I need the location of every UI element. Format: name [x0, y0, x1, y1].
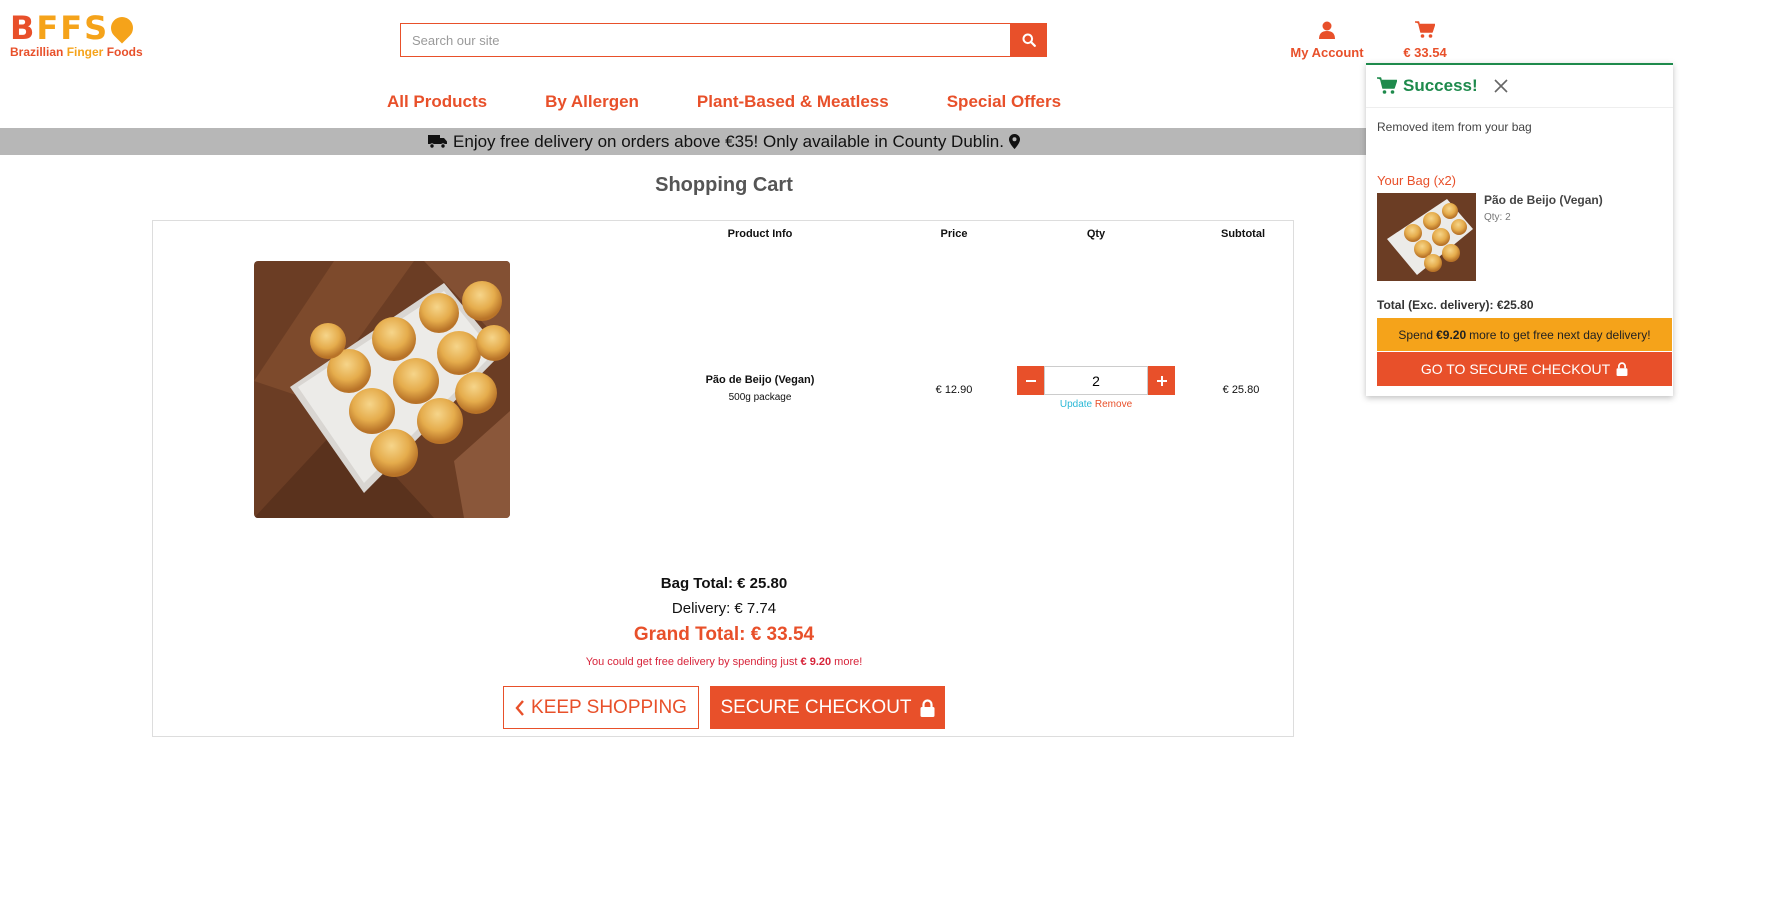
- decrease-qty-button[interactable]: [1017, 366, 1044, 395]
- logo-letters-ffs: FFS: [36, 9, 110, 47]
- col-header-price: Price: [940, 228, 968, 240]
- col-header-qty: Qty: [1086, 228, 1106, 240]
- lock-icon: [1616, 362, 1628, 376]
- cart-total-label: € 33.54: [1403, 45, 1447, 60]
- nav-special-offers[interactable]: Special Offers: [918, 92, 1090, 112]
- free-delivery-message: You could get free delivery by spending …: [585, 656, 863, 668]
- popup-message: Removed item from your bag: [1377, 120, 1532, 134]
- popup-bag-label: Your Bag (x2): [1377, 173, 1457, 188]
- nav-all-products[interactable]: All Products: [358, 92, 516, 112]
- user-icon: [1319, 21, 1335, 39]
- item-subtotal: € 25.80: [1222, 384, 1260, 396]
- lock-icon: [920, 698, 935, 717]
- delivery-cost: Delivery: € 7.74: [671, 600, 777, 617]
- remove-link[interactable]: Remove: [1095, 399, 1132, 410]
- product-name[interactable]: Pão de Beijo (Vegan): [660, 374, 860, 386]
- popup-product-qty: Qty: 2: [1484, 212, 1511, 223]
- truck-icon: [428, 135, 448, 149]
- secure-checkout-button[interactable]: SECURE CHECKOUT: [710, 686, 945, 729]
- grand-total: Grand Total: € 33.54: [633, 624, 815, 645]
- logo-tagline: Brazillian Finger Foods: [10, 45, 143, 59]
- popup-product-name: Pão de Beijo (Vegan): [1484, 193, 1603, 207]
- col-header-product: Product Info: [727, 228, 793, 240]
- item-actions: Update Remove: [1017, 399, 1175, 410]
- popup-free-delivery-notice: Spend €9.20 more to get free next day deli…: [1377, 318, 1672, 351]
- popup-product-image: [1377, 193, 1476, 281]
- product-variant: 500g package: [728, 392, 792, 403]
- bag-total: Bag Total: € 25.80: [660, 575, 788, 592]
- search-button[interactable]: [1010, 23, 1047, 57]
- minus-icon: [1025, 379, 1036, 382]
- delivery-banner: Enjoy free delivery on orders above €35!…: [0, 128, 1448, 155]
- product-price: € 12.90: [935, 384, 973, 396]
- nav-by-allergen[interactable]: By Allergen: [516, 92, 668, 112]
- cart-icon: [1377, 77, 1397, 94]
- col-header-subtotal: Subtotal: [1221, 228, 1265, 240]
- logo-letter-b: B: [10, 9, 37, 47]
- popup-total: Total (Exc. delivery): €25.80: [1377, 298, 1534, 312]
- keep-shopping-button[interactable]: KEEP SHOPPING: [503, 686, 699, 729]
- my-account-link[interactable]: My Account: [1287, 18, 1367, 60]
- popup-checkout-button[interactable]: GO TO SECURE CHECKOUT: [1377, 352, 1672, 386]
- search-input[interactable]: [400, 23, 1010, 57]
- close-icon: [1494, 79, 1508, 93]
- update-link[interactable]: Update: [1060, 399, 1092, 410]
- nav-plant-based[interactable]: Plant-Based & Meatless: [668, 92, 918, 112]
- cart-icon: [1415, 21, 1435, 38]
- site-logo[interactable]: BFFS Brazillian Finger Foods: [10, 9, 143, 59]
- close-popup-button[interactable]: [1494, 79, 1508, 93]
- plus-icon: [1156, 375, 1167, 386]
- logo-drop-icon: [106, 12, 138, 44]
- map-marker-icon: [1008, 134, 1020, 149]
- cart-link[interactable]: € 33.54: [1395, 18, 1455, 60]
- search-icon: [1022, 33, 1036, 47]
- main-nav: All Products By Allergen Plant-Based & M…: [0, 92, 1448, 112]
- chevron-left-icon: [515, 699, 524, 716]
- product-image[interactable]: [254, 261, 510, 518]
- my-account-label: My Account: [1290, 45, 1364, 60]
- increase-qty-button[interactable]: [1148, 366, 1175, 395]
- quantity-stepper: [1017, 366, 1175, 395]
- cart-success-popup: Success! Removed item from your bag Your…: [1366, 63, 1673, 396]
- search-bar: [400, 23, 1047, 57]
- quantity-input[interactable]: [1044, 366, 1148, 395]
- popup-title: Success!: [1403, 76, 1478, 95]
- page-title: Shopping Cart: [655, 174, 793, 196]
- banner-text: Enjoy free delivery on orders above €35!…: [453, 131, 1004, 151]
